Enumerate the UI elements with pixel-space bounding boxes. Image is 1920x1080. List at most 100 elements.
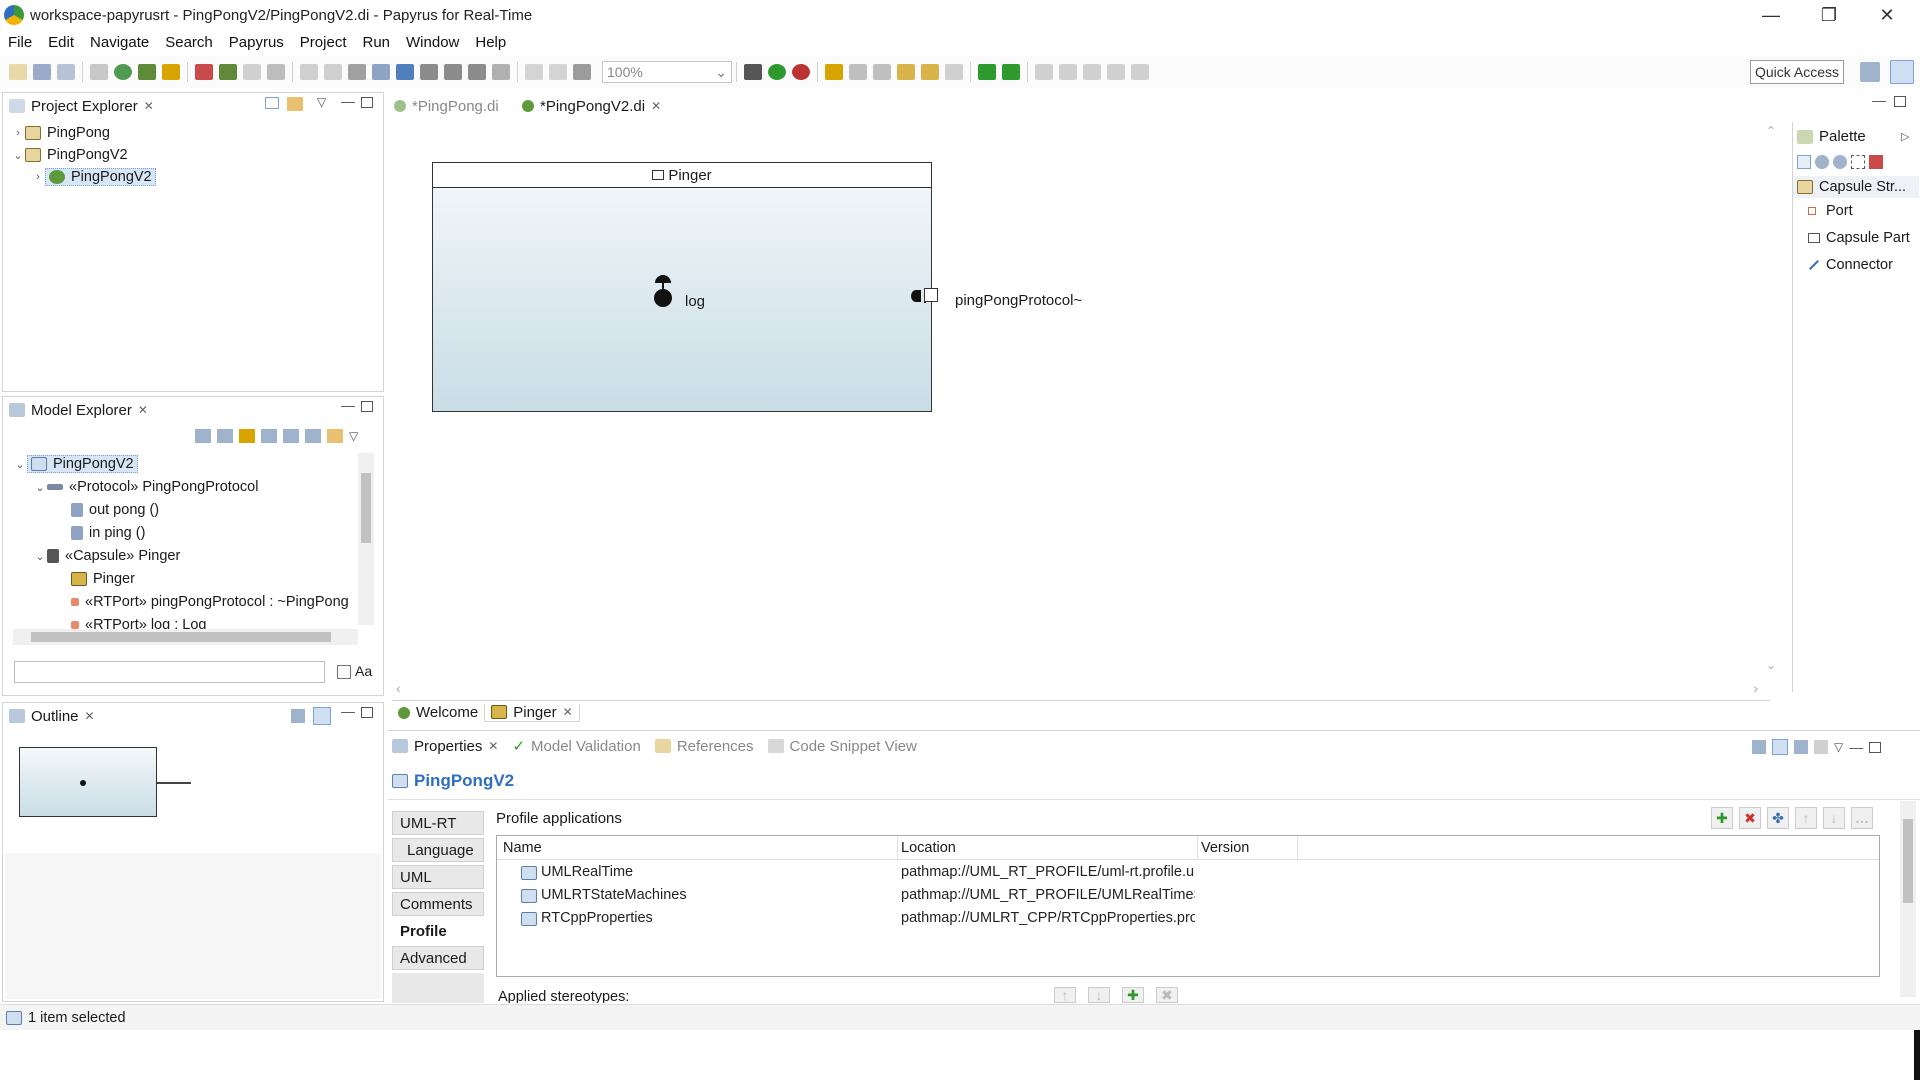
outline-overview[interactable] (5, 731, 381, 851)
zoom-out-icon[interactable] (1833, 155, 1847, 169)
menu-run[interactable]: Run (354, 34, 398, 51)
scroll-left-icon[interactable]: ‹ (396, 680, 401, 696)
tab-pingpong-di[interactable]: *PingPong.di (394, 95, 499, 117)
list-icon[interactable] (195, 429, 211, 443)
chevron-down-icon[interactable]: ⌄ (11, 149, 25, 162)
chevron-down-icon[interactable]: ⌄ (13, 458, 27, 471)
stereo-up-button[interactable]: ↑ (1054, 987, 1076, 1003)
minimize-icon[interactable]: — (341, 703, 355, 719)
scroll-right-icon[interactable]: › (1753, 680, 1758, 696)
scrollbar-thumb[interactable] (1903, 819, 1913, 903)
close-icon[interactable]: ✕ (138, 403, 148, 417)
align-icon[interactable] (300, 64, 318, 80)
side-tab-uml[interactable]: UML (392, 865, 484, 889)
minimize-icon[interactable]: — (1849, 739, 1863, 755)
grid-icon[interactable] (549, 64, 567, 80)
back-icon[interactable] (921, 64, 939, 80)
arrow-right-icon[interactable] (267, 64, 285, 80)
forward-icon[interactable] (945, 64, 963, 80)
italic-icon[interactable] (1059, 64, 1077, 80)
tree-item-pinger-diagram[interactable]: Pinger (71, 568, 135, 590)
chevron-down-icon[interactable]: ⌄ (33, 481, 47, 494)
column-location[interactable]: Location (901, 840, 956, 856)
menu-papyrus[interactable]: Papyrus (221, 34, 292, 51)
link-editor-icon[interactable] (327, 429, 343, 443)
stereo-down-button[interactable]: ↓ (1088, 987, 1110, 1003)
close-icon[interactable]: ✕ (85, 709, 95, 723)
chevron-right-icon[interactable]: › (31, 171, 45, 183)
layout-icon[interactable] (372, 64, 390, 80)
pin-icon[interactable] (1752, 740, 1766, 754)
palette-item-port[interactable]: Port (1808, 203, 1853, 219)
menu-help[interactable]: Help (467, 34, 514, 51)
close-icon[interactable]: ✕ (144, 99, 154, 113)
link-editor-icon[interactable] (287, 97, 303, 111)
refresh-icon[interactable] (114, 64, 132, 80)
menu-project[interactable]: Project (292, 34, 355, 51)
column-name[interactable]: Name (503, 840, 542, 856)
marquee-icon[interactable] (1851, 155, 1865, 169)
navigate-forward-icon[interactable] (1002, 64, 1020, 80)
sort-alpha-icon[interactable] (261, 429, 277, 443)
log-port[interactable] (654, 289, 672, 307)
tree-icon[interactable] (217, 429, 233, 443)
remove-profile-button[interactable]: ✖ (1739, 807, 1761, 829)
maximize-icon[interactable] (361, 707, 373, 718)
edit-profile-button[interactable]: … (1851, 807, 1873, 829)
menu-file[interactable]: File (0, 34, 40, 51)
papyrus-perspective-icon[interactable] (1890, 60, 1914, 84)
sort-icon[interactable] (239, 429, 255, 443)
open-type-icon[interactable] (162, 64, 180, 80)
minimize-icon[interactable]: — (341, 93, 355, 109)
scrollbar-thumb[interactable] (31, 632, 331, 642)
copy-icon[interactable] (243, 64, 261, 80)
project-explorer-title[interactable]: Project Explorer (31, 98, 138, 115)
collapse-all-icon[interactable] (305, 429, 321, 443)
tree-item-protocol[interactable]: ⌄ «Protocol» PingPongProtocol (33, 476, 258, 498)
maximize-icon[interactable] (361, 401, 373, 412)
tree-view-icon[interactable] (1772, 739, 1788, 755)
size-icon[interactable] (492, 64, 510, 80)
capsule-pinger[interactable]: Pinger log (432, 162, 932, 412)
model-explorer-title[interactable]: Model Explorer (31, 402, 132, 419)
fill-color-icon[interactable] (1107, 64, 1125, 80)
quick-access-field[interactable]: Quick Access (1750, 60, 1844, 84)
zoom-combo[interactable]: 100% ⌄ (602, 61, 732, 83)
apply-registered-profile-button[interactable]: ✤ (1767, 807, 1789, 829)
expand-all-icon[interactable] (283, 429, 299, 443)
save-icon[interactable] (33, 64, 51, 80)
palette-item-connector[interactable]: Connector (1808, 257, 1893, 273)
protocol-port[interactable] (924, 288, 938, 302)
stereo-remove-button[interactable]: ✖ (1156, 987, 1178, 1003)
debug-icon[interactable] (744, 64, 762, 80)
properties-vertical-scrollbar[interactable] (1900, 801, 1916, 997)
arrange-icon[interactable] (348, 64, 366, 80)
view-menu-icon[interactable]: ▽ (349, 429, 358, 443)
save-all-icon[interactable] (57, 64, 75, 80)
tab-code-snippet-view[interactable]: Code Snippet View (767, 738, 917, 755)
side-tab-language[interactable]: Language (392, 838, 484, 862)
tab-welcome[interactable]: Welcome (392, 704, 484, 721)
run-icon[interactable] (768, 64, 786, 80)
menu-navigate[interactable]: Navigate (82, 34, 157, 51)
palette-options-icon[interactable] (1869, 155, 1883, 169)
menu-search[interactable]: Search (157, 34, 221, 51)
next-annotation-icon[interactable] (849, 64, 867, 80)
palette-item-capsule-part[interactable]: Capsule Part (1808, 230, 1910, 246)
tree-item-in-ping[interactable]: in ping () (71, 522, 145, 544)
zoom-in-icon[interactable] (1815, 155, 1829, 169)
stereo-add-button[interactable]: ✚ (1122, 987, 1144, 1003)
filter-icon[interactable] (444, 64, 462, 80)
last-edit-icon[interactable] (897, 64, 915, 80)
editor-minimize-icon[interactable]: — (1872, 92, 1886, 108)
filter-input[interactable] (14, 661, 325, 683)
prev-annotation-icon[interactable] (873, 64, 891, 80)
snap-icon[interactable] (525, 64, 543, 80)
view-icon[interactable] (573, 64, 591, 80)
editor-maximize-icon[interactable] (1894, 96, 1906, 107)
canvas-vertical-scrollbar[interactable]: ⌃ ⌄ (1766, 122, 1780, 674)
tab-pingpongv2-di[interactable]: *PingPongV2.di ✕ (522, 95, 661, 117)
tree-item-model-root[interactable]: ⌄ PingPongV2 (13, 453, 138, 475)
collapse-all-icon[interactable] (265, 97, 279, 109)
add-profile-button[interactable]: ✚ (1711, 807, 1733, 829)
